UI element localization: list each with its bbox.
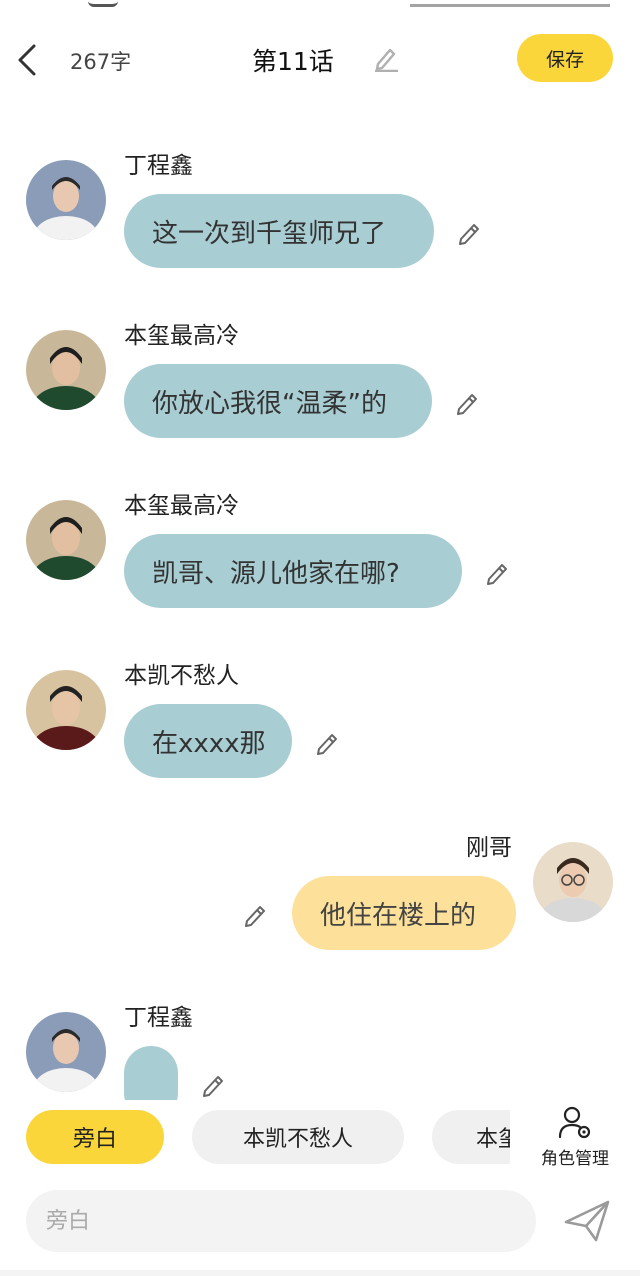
episode-title: 第11话 bbox=[252, 47, 334, 76]
avatar[interactable] bbox=[26, 330, 106, 410]
role-chip-list: 旁白 本凯不愁人 本玺最高冷 bbox=[0, 1108, 510, 1168]
edit-message-button[interactable] bbox=[314, 728, 342, 756]
avatar-benxi-image bbox=[26, 330, 106, 410]
gesture-bar bbox=[0, 1270, 640, 1276]
pencil-icon bbox=[245, 906, 265, 927]
sender-name: 刚哥 bbox=[466, 835, 512, 861]
message-bubble[interactable]: 你放心我很“温柔”的 bbox=[124, 364, 432, 438]
message-bubble[interactable]: 这一次到千玺师兄了 bbox=[124, 194, 434, 268]
pencil-icon bbox=[487, 564, 507, 585]
avatar-gangge-image bbox=[533, 842, 613, 922]
back-button[interactable] bbox=[14, 40, 42, 80]
edit-message-button[interactable] bbox=[484, 558, 512, 586]
edit-title-button[interactable] bbox=[372, 44, 400, 73]
user-settings-icon bbox=[558, 1106, 591, 1139]
sender-name: 本玺最高冷 bbox=[124, 493, 239, 519]
avatar[interactable] bbox=[533, 842, 613, 922]
message-bubble[interactable]: 凯哥、源儿他家在哪? bbox=[124, 534, 462, 608]
pencil-icon bbox=[203, 1076, 223, 1097]
avatar-benkai-image bbox=[26, 670, 106, 750]
role-chip-narration[interactable]: 旁白 bbox=[26, 1110, 164, 1164]
sender-name: 本玺最高冷 bbox=[124, 323, 239, 349]
avatar[interactable] bbox=[26, 670, 106, 750]
edit-message-button[interactable] bbox=[242, 900, 270, 928]
pencil-icon bbox=[459, 224, 479, 245]
role-chip-benxi[interactable]: 本玺最高冷 bbox=[432, 1110, 510, 1164]
send-button[interactable] bbox=[562, 1198, 612, 1244]
status-bar bbox=[0, 0, 640, 8]
avatar[interactable] bbox=[26, 1012, 106, 1092]
message-input[interactable] bbox=[26, 1190, 536, 1252]
role-chip-benkai[interactable]: 本凯不愁人 bbox=[192, 1110, 404, 1164]
sender-name: 丁程鑫 bbox=[124, 153, 193, 179]
pencil-icon bbox=[317, 734, 337, 755]
chevron-left-icon bbox=[18, 44, 36, 76]
edit-message-button[interactable] bbox=[456, 218, 484, 246]
status-icons-left bbox=[88, 0, 118, 7]
message-bubble[interactable]: 他住在楼上的 bbox=[292, 876, 516, 950]
send-icon bbox=[564, 1200, 610, 1242]
role-management-label: 角色管理 bbox=[541, 1149, 609, 1169]
edit-message-button[interactable] bbox=[454, 388, 482, 416]
top-bar: 267字 第11话 保存 bbox=[0, 26, 640, 96]
message-bubble[interactable]: 在xxxx那 bbox=[124, 704, 292, 778]
avatar[interactable] bbox=[26, 160, 106, 240]
word-count: 267字 bbox=[70, 50, 132, 74]
sender-name: 丁程鑫 bbox=[124, 1005, 193, 1031]
pencil-icon bbox=[457, 394, 477, 415]
avatar-benxi-image bbox=[26, 500, 106, 580]
save-button[interactable]: 保存 bbox=[517, 34, 613, 82]
composer-panel: 旁白 本凯不愁人 本玺最高冷 角色管理 bbox=[0, 1100, 640, 1276]
status-icons-right bbox=[410, 0, 610, 7]
avatar-dingchengxin-image bbox=[26, 160, 106, 240]
avatar[interactable] bbox=[26, 500, 106, 580]
role-management-button[interactable]: 角色管理 bbox=[532, 1104, 618, 1170]
avatar-dingchengxin-image bbox=[26, 1012, 106, 1092]
pencil-icon bbox=[375, 48, 398, 73]
sender-name: 本凯不愁人 bbox=[124, 663, 239, 689]
edit-message-button[interactable] bbox=[200, 1070, 228, 1098]
